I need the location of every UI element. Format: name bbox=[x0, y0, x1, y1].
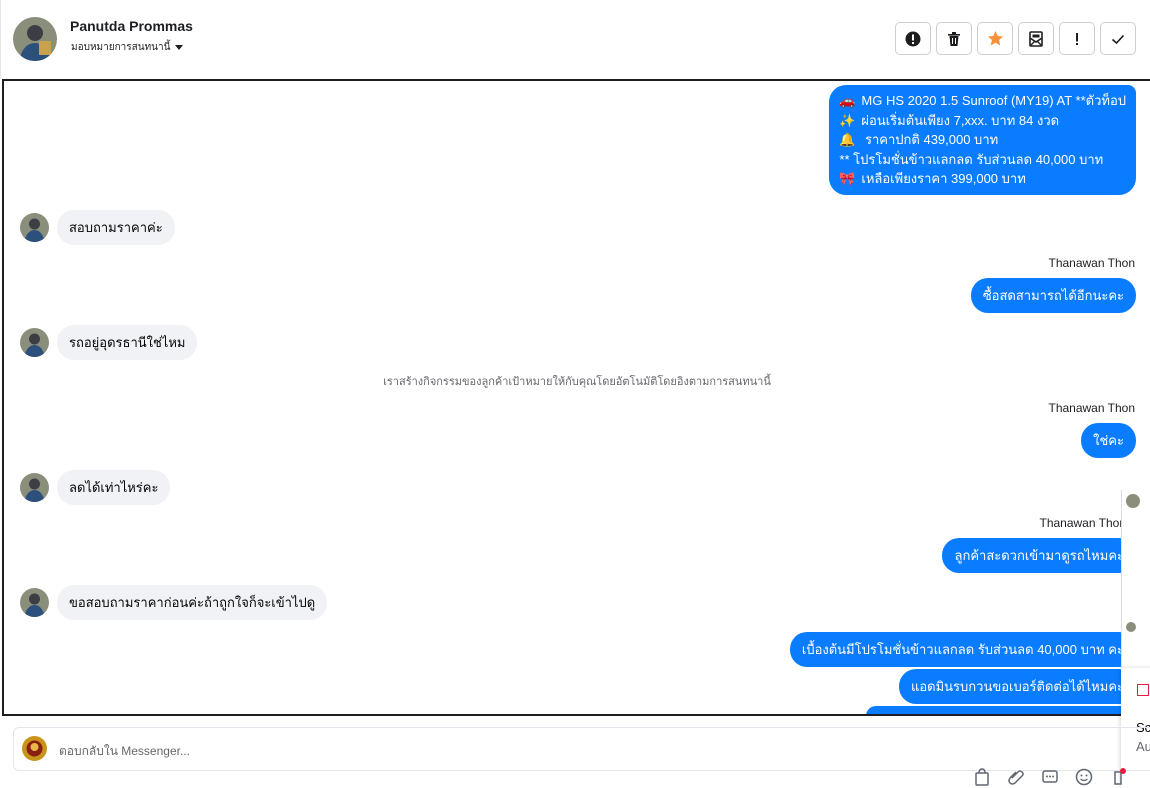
incoming-bubble: ขอสอบถามราคาก่อนค่ะถ้าถูกใจก็จะเข้าไปดู bbox=[57, 585, 328, 620]
reply-toolbar bbox=[973, 768, 1127, 786]
caret-down-icon bbox=[175, 45, 184, 50]
incoming-message-row: ลดได้เท่าไหร่คะ bbox=[20, 470, 171, 505]
promo-line: ✨ ผ่อนเริ่มต้นเพียง 7,xxx. บาท 84 งวด bbox=[839, 111, 1126, 131]
more-tools-icon[interactable] bbox=[1109, 768, 1127, 786]
contact-avatar[interactable] bbox=[13, 17, 57, 61]
incoming-bubble: ลดได้เท่าไหร่คะ bbox=[57, 470, 171, 505]
incoming-bubble: รถอยู่อุดรธานีใช่ไหม bbox=[57, 325, 198, 360]
reply-box[interactable]: ตอบกลับใน Messenger... bbox=[13, 727, 1150, 771]
reply-input[interactable]: ตอบกลับใน Messenger... bbox=[59, 742, 190, 761]
sparkles-emoji-icon: ✨ bbox=[839, 112, 856, 128]
incoming-message-row: รถอยู่อุดรธานีใช่ไหม bbox=[20, 325, 198, 360]
sender-name: Thanawan Thon bbox=[1048, 256, 1135, 270]
promo-message: 🚗 MG HS 2020 1.5 Sunroof (MY19) AT **ตัวท… bbox=[829, 85, 1136, 195]
message-thread[interactable]: 🚗 MG HS 2020 1.5 Sunroof (MY19) AT **ตัวท… bbox=[2, 79, 1150, 716]
header-actions bbox=[895, 22, 1136, 55]
contact-avatar-small bbox=[20, 328, 49, 357]
contact-name[interactable]: Panutda Prommas bbox=[70, 18, 193, 34]
outgoing-bubble: เบื้องต้นมีโปรโมชั่นข้าวแลกลด รับส่วนลด … bbox=[789, 632, 1136, 667]
incoming-message-row: ขอสอบถามราคาก่อนค่ะถ้าถูกใจก็จะเข้าไปดู bbox=[20, 585, 328, 620]
incoming-message-row: สอบถามราคาค่ะ bbox=[20, 210, 175, 245]
mark-done-button[interactable] bbox=[1100, 22, 1136, 55]
promo-line: ** โปรโมชั่นข้าวแลกลด รับส่วนลด 40,000 บ… bbox=[839, 151, 1104, 167]
contact-avatar-small bbox=[20, 588, 49, 617]
follow-up-icon bbox=[1076, 32, 1078, 45]
outgoing-bubble: ลูกค้าสะดวกเข้ามาดูรถไหมคะ bbox=[942, 538, 1136, 573]
bell-emoji-icon: 🔔 bbox=[839, 132, 856, 147]
ribbon-emoji-icon: 🎀 bbox=[839, 171, 856, 186]
emoji-icon[interactable] bbox=[1075, 768, 1093, 786]
mark-unread-icon bbox=[1029, 30, 1043, 47]
done-check-icon bbox=[1111, 34, 1125, 44]
saved-replies-icon[interactable] bbox=[1041, 768, 1059, 786]
promo-line: 🔔 ราคาปกติ 439,000 บาท bbox=[839, 130, 1126, 150]
outgoing-bubble: ใช่คะ bbox=[1081, 423, 1136, 458]
incoming-bubble: สอบถามราคาค่ะ bbox=[57, 210, 175, 245]
car-emoji-icon: 🚗 bbox=[839, 93, 856, 108]
sender-name: Thanawan Thon bbox=[1048, 401, 1135, 415]
sender-name: Thanawan Thon bbox=[1039, 516, 1126, 530]
contact-avatar-small bbox=[20, 213, 49, 242]
delete-button[interactable] bbox=[936, 22, 972, 55]
promo-line: 🎀 เหลือเพียงราคา 399,000 บาท bbox=[839, 169, 1126, 189]
mark-unread-button[interactable] bbox=[1018, 22, 1054, 55]
shopping-bag-icon[interactable] bbox=[973, 768, 991, 786]
assign-conversation-dropdown[interactable]: มอบหมายการสนทนานี้ bbox=[71, 40, 184, 55]
star-icon bbox=[987, 30, 1003, 46]
page-avatar bbox=[22, 736, 47, 761]
outgoing-bubble: ซื้อสดสามารถได้อีกนะคะ bbox=[970, 278, 1136, 313]
spam-icon bbox=[905, 31, 921, 46]
assign-label: มอบหมายการสนทนานี้ bbox=[71, 42, 171, 53]
follow-up-button[interactable] bbox=[1059, 22, 1095, 55]
popover-avatar bbox=[1126, 494, 1140, 508]
contact-avatar-small bbox=[20, 473, 49, 502]
star-button[interactable] bbox=[977, 22, 1013, 55]
conversation-header: Panutda Prommas มอบหมายการสนทนานี้ bbox=[0, 0, 1150, 78]
popover-avatar-small bbox=[1126, 622, 1136, 632]
trash-icon bbox=[948, 31, 960, 46]
promo-line: 🚗 MG HS 2020 1.5 Sunroof (MY19) AT **ตัวท… bbox=[839, 91, 1126, 111]
attachment-icon[interactable] bbox=[1007, 768, 1025, 786]
outgoing-bubble-partial bbox=[866, 706, 1136, 714]
system-note: เราสร้างกิจกรรมของลูกค้าเป้าหมายให้กับคุ… bbox=[383, 376, 771, 388]
notification-icon bbox=[1137, 684, 1149, 696]
outgoing-bubble: แอดมินรบกวนขอเบอร์ติดต่อได้ไหมคะ bbox=[898, 669, 1136, 704]
spam-button[interactable] bbox=[895, 22, 931, 55]
side-popover[interactable] bbox=[1121, 490, 1150, 670]
